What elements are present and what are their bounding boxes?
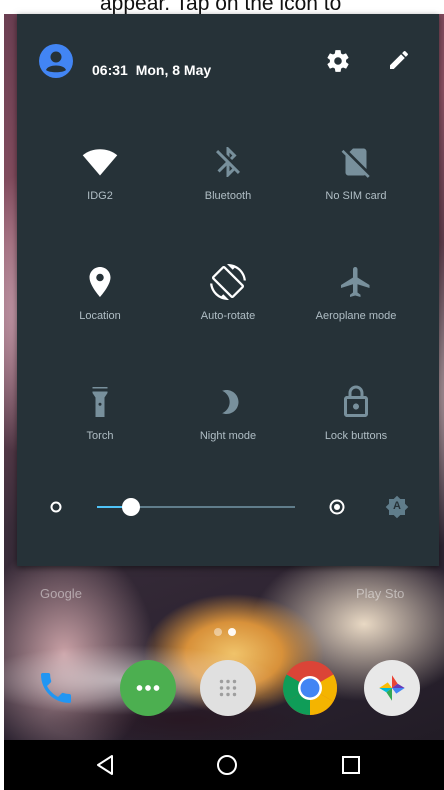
- brightness-slider-thumb[interactable]: [121, 498, 140, 516]
- brightness-row: A: [17, 492, 439, 522]
- brightness-low-icon: [50, 501, 62, 513]
- pencil-icon: [390, 50, 408, 69]
- lock-icon: [338, 384, 374, 420]
- tile-auto-rotate[interactable]: Auto-rotate: [163, 250, 293, 350]
- tile-label: Bluetooth: [204, 190, 252, 202]
- tile-aeroplane-mode[interactable]: Aeroplane mode: [291, 250, 421, 350]
- wifi-icon: [82, 144, 118, 180]
- clock-time: 06:31: [92, 62, 128, 78]
- tile-torch[interactable]: Torch: [35, 370, 165, 470]
- tile-bluetooth[interactable]: Bluetooth: [163, 130, 293, 230]
- message-dots-icon: [136, 685, 160, 691]
- tile-wifi[interactable]: IDG2: [35, 130, 165, 230]
- tile-label: Auto-rotate: [200, 310, 256, 322]
- home-button[interactable]: [214, 752, 240, 778]
- no-sim-icon: [338, 144, 374, 180]
- quick-settings-panel: 06:31 Mon, 8 May IDG2 Bluetooth No SIM c…: [17, 14, 439, 566]
- tile-label: Torch: [86, 430, 114, 442]
- user-avatar[interactable]: [39, 44, 73, 78]
- auto-brightness-toggle[interactable]: A: [385, 495, 409, 519]
- chrome-icon: [282, 661, 338, 715]
- brightness-high-icon: [329, 499, 345, 515]
- recents-button[interactable]: [338, 752, 364, 778]
- chrome-app-icon[interactable]: [282, 660, 338, 716]
- navigation-bar: [4, 740, 444, 790]
- phone-app-icon[interactable]: [28, 660, 84, 716]
- messaging-app-icon[interactable]: [120, 660, 176, 716]
- tile-night-mode[interactable]: Night mode: [163, 370, 293, 470]
- tile-lock-buttons[interactable]: Lock buttons: [291, 370, 421, 470]
- home-circle-icon: [217, 755, 237, 775]
- edit-tiles-button[interactable]: [387, 48, 413, 74]
- photos-app-icon[interactable]: [364, 660, 420, 716]
- tile-no-sim[interactable]: No SIM card: [291, 130, 421, 230]
- location-icon: [82, 264, 118, 300]
- app-label-google[interactable]: Google: [40, 586, 82, 601]
- torch-icon: [82, 384, 118, 420]
- camera-aperture-icon: [379, 675, 405, 701]
- gear-icon: [327, 50, 349, 72]
- phone-icon: [41, 673, 71, 703]
- app-label-play-store[interactable]: Play Sto: [356, 586, 404, 601]
- screen: appear. Tap on the icon to Google Play S…: [0, 0, 444, 790]
- tile-label: Location: [79, 310, 121, 322]
- tile-label: IDG2: [87, 190, 113, 202]
- auto-rotate-icon: [210, 264, 246, 300]
- user-account-icon: [39, 44, 73, 78]
- settings-button[interactable]: [325, 48, 351, 74]
- tile-location[interactable]: Location: [35, 250, 165, 350]
- page-dot-active: [228, 628, 236, 636]
- back-triangle-icon: [97, 755, 113, 775]
- tile-label: No SIM card: [325, 190, 387, 202]
- home-page-indicator: [214, 628, 236, 636]
- tile-label: Lock buttons: [324, 430, 388, 442]
- bluetooth-off-icon: [210, 144, 246, 180]
- tile-label: Aeroplane mode: [315, 310, 397, 322]
- recents-square-icon: [342, 756, 360, 774]
- aeroplane-icon: [338, 264, 374, 300]
- clock-date: Mon, 8 May: [135, 62, 212, 78]
- back-button[interactable]: [92, 752, 118, 778]
- status-datetime[interactable]: 06:31 Mon, 8 May: [92, 62, 211, 78]
- tile-label: Night mode: [199, 430, 257, 442]
- auto-brightness-letter: A: [393, 500, 401, 512]
- app-drawer-button[interactable]: [200, 660, 256, 716]
- night-mode-icon: [210, 384, 246, 420]
- app-grid-icon: [219, 679, 237, 697]
- page-dot: [214, 628, 222, 636]
